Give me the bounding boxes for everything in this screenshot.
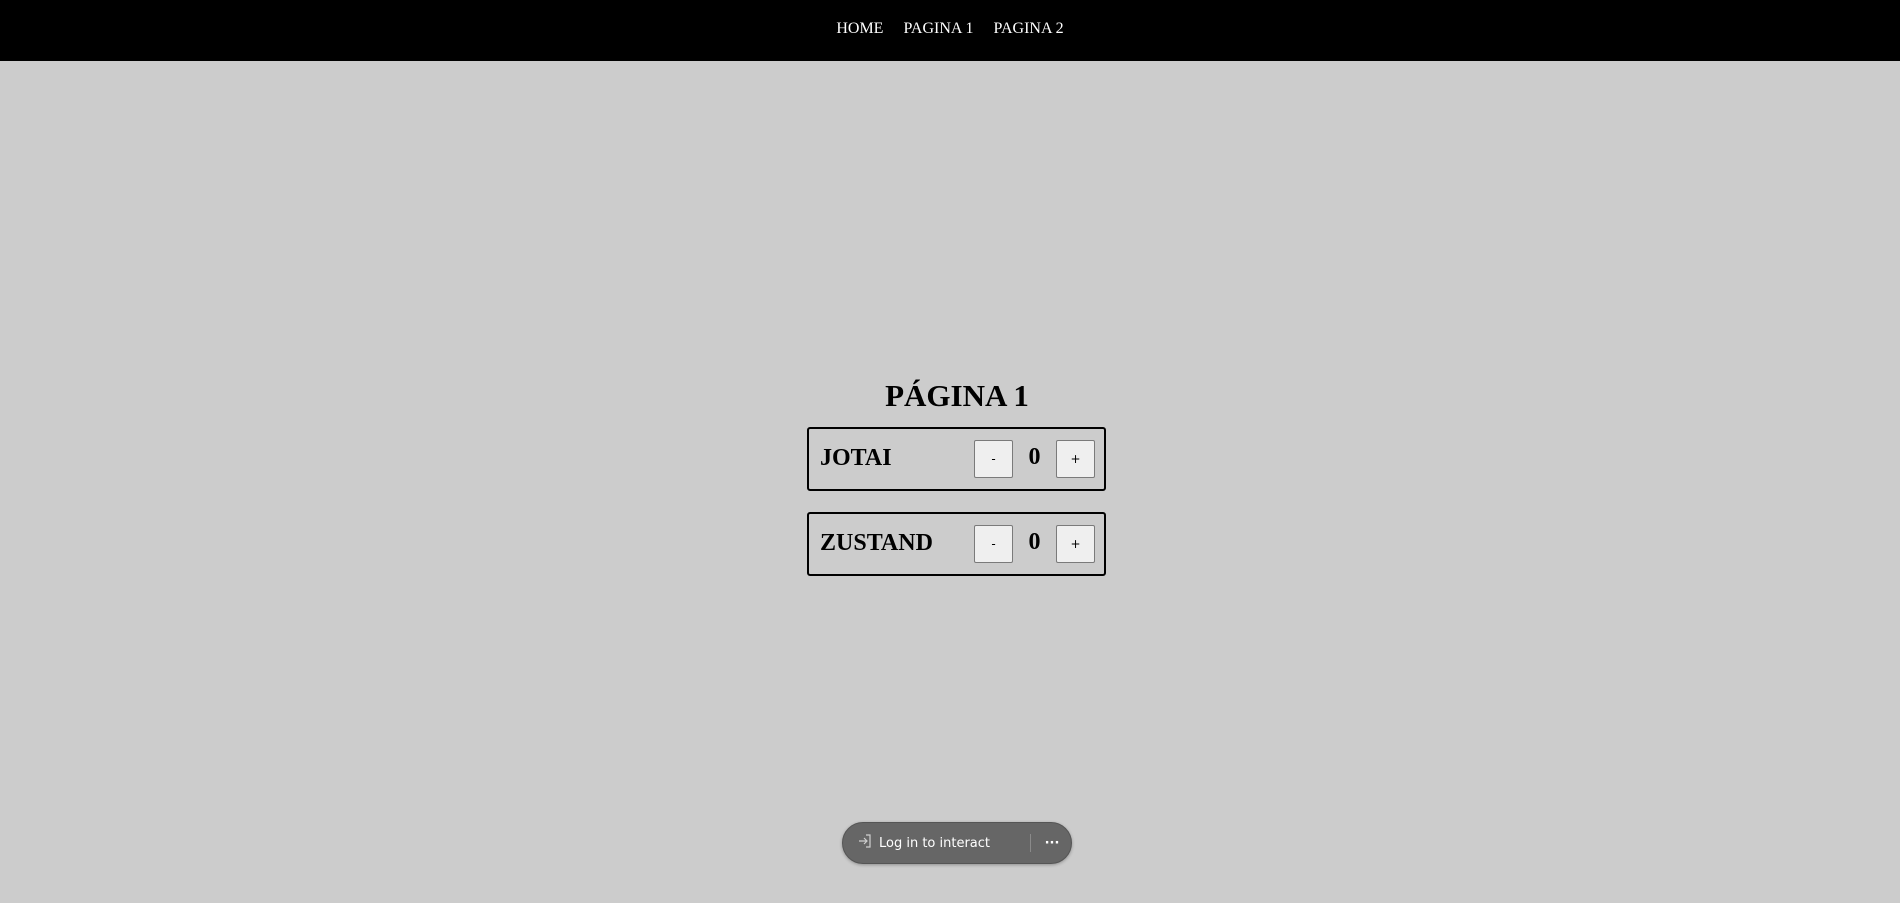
counter-value: 0 <box>1028 444 1041 470</box>
top-navigation: HOME PAGINA 1 PAGINA 2 <box>0 0 1900 61</box>
increment-button[interactable]: + <box>1056 440 1095 478</box>
page-title: PÁGINA 1 <box>885 378 1029 413</box>
login-to-interact-bar: Log in to interact ··· <box>842 822 1072 864</box>
login-button[interactable]: Log in to interact <box>857 823 990 863</box>
counter-name: JOTAI <box>820 445 892 471</box>
nav-link-home[interactable]: HOME <box>836 20 883 38</box>
counter-name: ZUSTAND <box>820 530 933 556</box>
counter-value: 0 <box>1028 529 1041 555</box>
more-dots-icon[interactable]: ··· <box>1039 823 1065 863</box>
counter-card-zustand: ZUSTAND - 0 + <box>807 512 1106 576</box>
decrement-button[interactable]: - <box>974 440 1013 478</box>
decrement-button[interactable]: - <box>974 525 1013 563</box>
login-arrow-icon <box>857 833 873 854</box>
counter-card-jotai: JOTAI - 0 + <box>807 427 1106 491</box>
login-label: Log in to interact <box>879 835 991 851</box>
nav-link-pagina-1[interactable]: PAGINA 1 <box>903 20 973 38</box>
divider <box>1030 834 1031 852</box>
increment-button[interactable]: + <box>1056 525 1095 563</box>
nav-link-pagina-2[interactable]: PAGINA 2 <box>994 20 1064 38</box>
